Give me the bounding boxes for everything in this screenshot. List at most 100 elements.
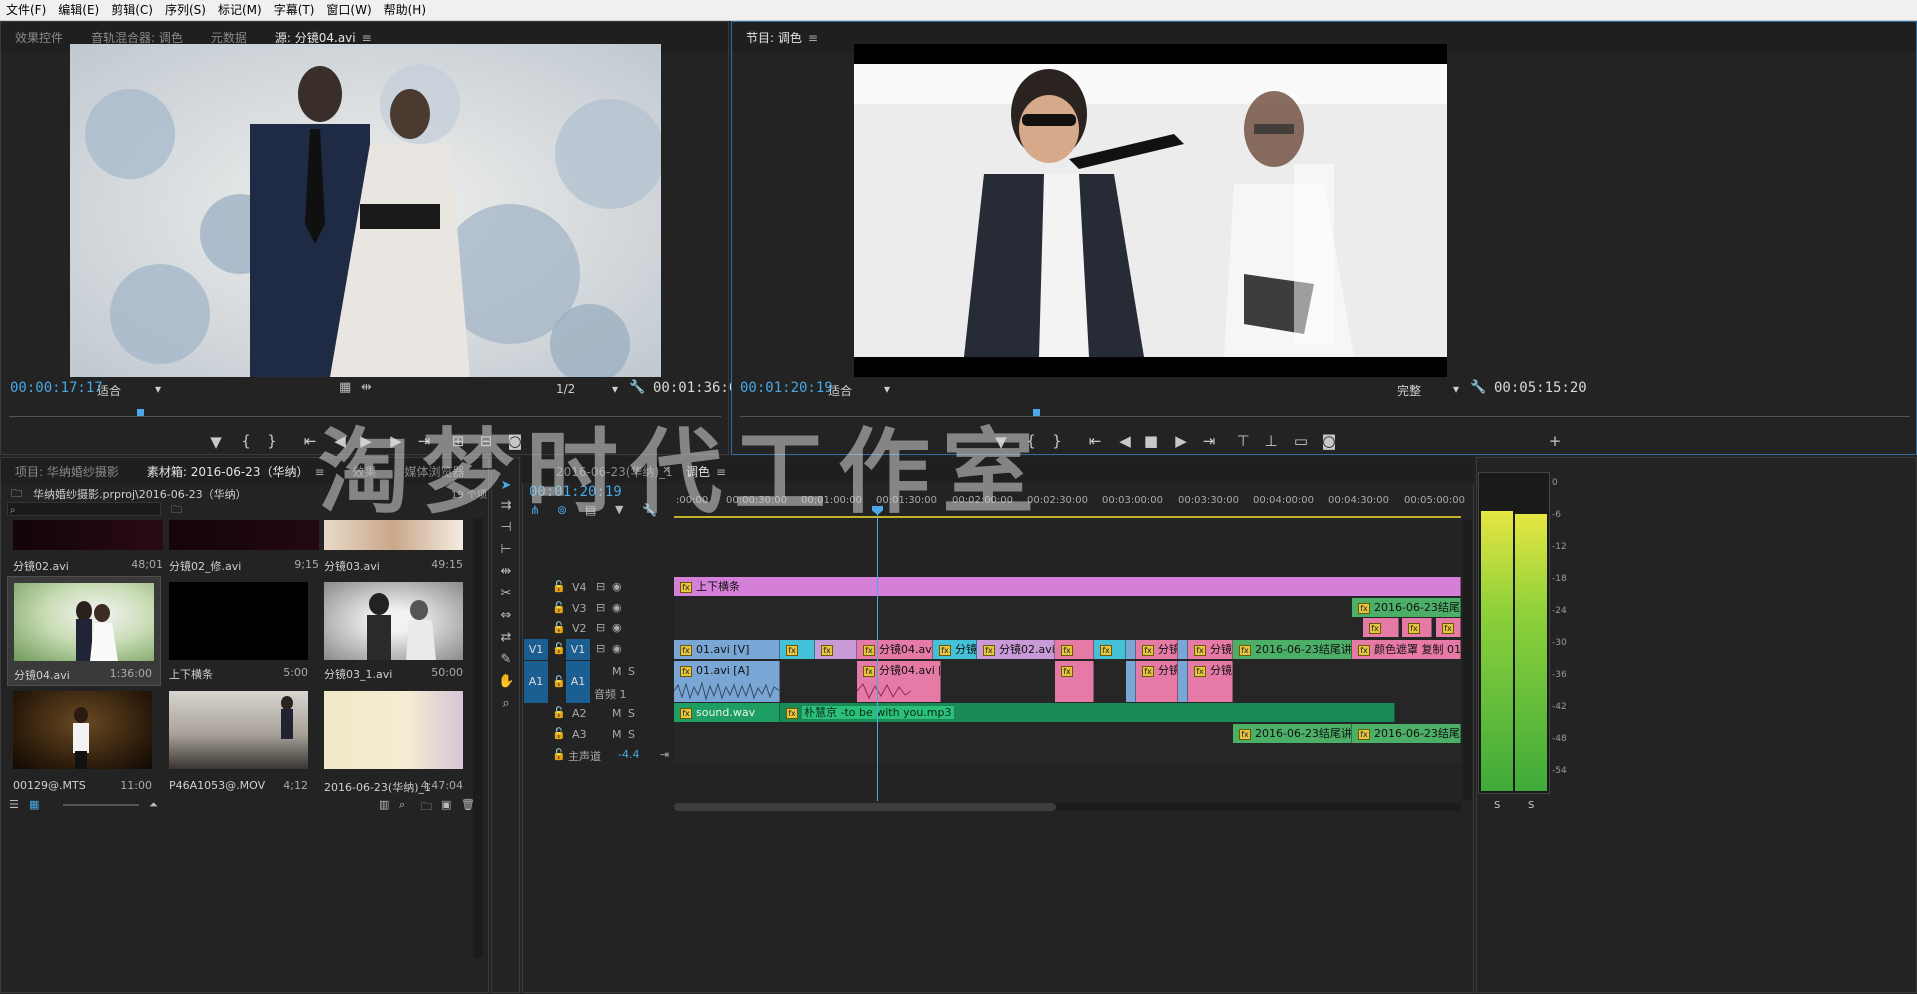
timeline-clip[interactable] <box>1126 640 1136 659</box>
eye-icon[interactable]: ◉ <box>612 642 622 655</box>
program-timecode[interactable]: 00:01:20:19 <box>740 380 833 396</box>
master-volume-value[interactable]: -4.4 <box>618 748 639 761</box>
timeline-clip[interactable]: fx <box>1363 618 1399 637</box>
overwrite-icon[interactable]: ⊟ <box>475 432 497 450</box>
search-input[interactable]: ⌕ <box>7 502 161 516</box>
timeline-clip[interactable]: fx <box>780 640 815 659</box>
trash-icon[interactable]: 🗑 <box>461 798 475 811</box>
eye-icon[interactable]: ◉ <box>612 601 622 614</box>
mark-out-icon[interactable]: } <box>261 432 283 450</box>
timeline-timecode[interactable]: 00:01:20:19 <box>529 484 622 500</box>
lock-icon[interactable]: 🔓 <box>552 706 566 719</box>
timeline-clip[interactable]: fx <box>1402 618 1432 637</box>
ripple-edit-tool-icon[interactable]: ⊣ <box>498 520 514 535</box>
menu-title[interactable]: 字幕(T) <box>268 0 321 21</box>
program-scrub-bar[interactable] <box>740 409 1910 417</box>
step-back-icon[interactable]: ◀ <box>329 432 351 450</box>
timeline-clip[interactable]: fx 分镜 <box>1136 640 1178 659</box>
toggle-sync-icon[interactable]: ⊟ <box>596 642 605 655</box>
tab-audio-mixer[interactable]: 音轨混合器: 调色 <box>77 29 197 46</box>
tab-metadata[interactable]: 元数据 <box>197 29 261 46</box>
insert-overwrite-icon[interactable]: ⇹ <box>361 380 372 395</box>
menu-clip[interactable]: 剪辑(C) <box>105 0 159 21</box>
program-fit-dropdown[interactable]: 适合 ▾ <box>828 382 890 399</box>
tab-source[interactable]: 源: 分镜04.avi ≡ <box>261 29 386 46</box>
new-item-icon[interactable]: ▣ <box>441 798 451 811</box>
list-item[interactable]: P46A1053@.MOV 4;12 <box>169 691 319 801</box>
program-playhead[interactable] <box>1032 409 1040 416</box>
source-patch-a1[interactable]: A1 <box>524 661 548 703</box>
pen-tool-icon[interactable]: ✎ <box>498 652 514 667</box>
mute-button[interactable]: M <box>612 707 622 720</box>
compare-view-icon[interactable]: ▭ <box>1290 432 1312 450</box>
close-icon[interactable]: × <box>662 463 671 476</box>
source-video-frame[interactable] <box>70 44 661 377</box>
solo-right-button[interactable]: S <box>1528 800 1534 811</box>
wrench-icon[interactable]: 🔧 <box>629 380 645 395</box>
snap-icon[interactable]: ⋔ <box>530 503 540 517</box>
mark-out-icon[interactable]: } <box>1046 432 1068 450</box>
track-label-a1[interactable]: A1 <box>566 661 590 703</box>
track-select-tool-icon[interactable]: ⇉ <box>498 498 514 513</box>
stop-icon[interactable]: ■ <box>1140 432 1162 450</box>
program-quality-dropdown[interactable]: 完整 ▾ <box>1397 382 1459 399</box>
timeline-clip[interactable]: fx <box>1055 640 1094 659</box>
lock-icon[interactable]: 🔓 <box>552 580 566 593</box>
list-view-icon[interactable]: ☰ <box>9 798 19 811</box>
menu-window[interactable]: 窗口(W) <box>320 0 377 21</box>
lock-icon[interactable]: 🔓 <box>552 748 566 761</box>
lock-icon[interactable]: 🔓 <box>552 675 566 688</box>
panel-menu-icon[interactable]: ≡ <box>314 465 324 479</box>
source-patch-v1[interactable]: V1 <box>524 639 548 660</box>
list-item[interactable]: 分镜04.avi 1:36:00 <box>7 576 161 686</box>
timeline-clip[interactable]: fx 2016-06-23结尾讲话 <box>1352 598 1461 617</box>
step-back-icon[interactable]: ◀ <box>1114 432 1136 450</box>
mark-in-icon[interactable]: { <box>1020 432 1042 450</box>
menu-marker[interactable]: 标记(M) <box>212 0 268 21</box>
timeline-clip[interactable]: fx 01.avi [A] <box>674 661 780 702</box>
timeline-clip[interactable]: fx sound.wav <box>674 703 780 722</box>
tab-bin[interactable]: 素材箱: 2016-06-23（华纳） ≡ <box>133 463 339 480</box>
rate-stretch-tool-icon[interactable]: ⇹ <box>498 564 514 579</box>
add-marker-icon[interactable]: ▼ <box>205 433 227 451</box>
timeline-clip[interactable] <box>1126 661 1136 702</box>
timeline-clip[interactable]: fx 01.avi [V] <box>674 640 780 659</box>
go-to-out-icon[interactable]: ⇥ <box>1198 432 1220 450</box>
timeline-clip[interactable]: fx 分镜02.avi <box>977 640 1055 659</box>
lock-icon[interactable]: 🔓 <box>552 621 566 634</box>
wrench-icon[interactable]: 🔧 <box>1470 380 1486 395</box>
mark-in-icon[interactable]: { <box>235 432 257 450</box>
solo-left-button[interactable]: S <box>1494 800 1500 811</box>
panel-menu-icon[interactable]: ≡ <box>808 31 818 45</box>
source-fit-dropdown[interactable]: 适合 ▾ <box>97 382 161 399</box>
eye-icon[interactable]: ◉ <box>612 580 622 593</box>
zoom-slider[interactable] <box>63 804 139 806</box>
tab-effects[interactable]: 效果 <box>339 463 391 480</box>
marker-icon[interactable]: ▼ <box>615 503 623 516</box>
insert-icon[interactable]: ⊞ <box>447 432 469 450</box>
tab-sequence-color[interactable]: 调色 ≡ <box>672 463 740 480</box>
solo-button[interactable]: S <box>628 665 635 678</box>
list-item[interactable]: 00129@.MTS 11:00 <box>13 691 163 801</box>
selection-tool-icon[interactable]: ➤ <box>498 478 514 493</box>
timeline-clip[interactable]: fx 2016-06-23结尾讲话 <box>1233 724 1352 743</box>
timeline-clip[interactable]: fx 上下横条 <box>674 577 1461 596</box>
export-frame-icon[interactable]: ◙ <box>504 432 526 450</box>
timeline-clip[interactable] <box>1178 661 1188 702</box>
menu-help[interactable]: 帮助(H) <box>378 0 432 21</box>
list-item[interactable]: 上下横条 5:00 <box>169 582 319 692</box>
timeline-clip[interactable]: fx 分镜 <box>1188 661 1233 702</box>
lock-icon[interactable]: 🔓 <box>552 601 566 614</box>
source-playhead[interactable] <box>137 409 145 416</box>
menu-edit[interactable]: 编辑(E) <box>52 0 105 21</box>
timeline-horizontal-scrollbar[interactable] <box>674 803 1461 811</box>
mute-button[interactable]: M <box>612 665 622 678</box>
go-to-in-icon[interactable]: ⇤ <box>1084 432 1106 450</box>
source-timecode[interactable]: 00:00:17:17 <box>10 380 103 396</box>
timeline-settings-icon[interactable]: 🔧 <box>642 503 657 517</box>
extract-icon[interactable]: ⊥ <box>1260 432 1282 450</box>
eye-icon[interactable]: ◉ <box>612 621 622 634</box>
timeline-playhead[interactable] <box>877 506 878 801</box>
zoom-tool-icon[interactable]: ⌕ <box>498 696 514 711</box>
automate-icon[interactable]: ▥ <box>379 798 389 811</box>
